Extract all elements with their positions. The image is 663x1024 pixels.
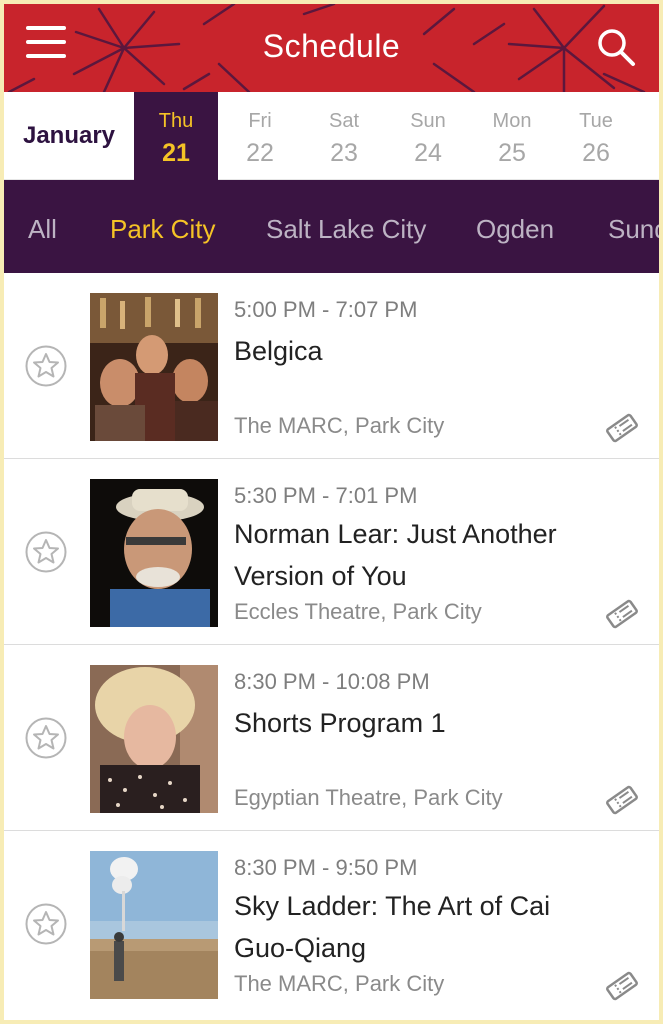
location-tab-park-city[interactable]: Park City	[110, 214, 215, 245]
event-row[interactable]: 5:00 PM - 7:07 PM Belgica The MARC, Park…	[4, 273, 659, 459]
event-thumbnail	[90, 851, 218, 999]
search-icon	[598, 29, 635, 66]
app-frame: Schedule January Thu 21 Fri 22 Sat 23 Su…	[4, 4, 659, 1020]
month-label: January	[22, 122, 116, 149]
day-tab-thu-21[interactable]: Thu 21	[134, 92, 218, 180]
event-time: 8:30 PM - 10:08 PM	[234, 669, 430, 694]
page-title: Schedule	[262, 28, 401, 64]
event-time: 5:30 PM - 7:01 PM	[234, 483, 418, 508]
star-outline-icon	[25, 903, 67, 945]
event-thumbnail	[90, 665, 218, 813]
favorite-button[interactable]	[25, 903, 67, 945]
event-row[interactable]: 5:30 PM - 7:01 PM Norman Lear: Just Anot…	[4, 459, 659, 645]
day-tab-mon-25[interactable]: Mon 25	[470, 92, 554, 180]
event-thumbnail	[90, 479, 218, 627]
location-tab-salt-lake-city[interactable]: Salt Lake City	[266, 214, 426, 245]
day-tab-sun-24[interactable]: Sun 24	[386, 92, 470, 180]
event-title[interactable]: Shorts Program 1	[234, 702, 584, 744]
location-tabs: All Park City Salt Lake City Ogden Sund	[4, 180, 659, 273]
favorite-button[interactable]	[25, 717, 67, 759]
event-venue: The MARC, Park City	[234, 971, 445, 996]
star-outline-icon	[25, 531, 67, 573]
favorite-button[interactable]	[25, 531, 67, 573]
day-tab-tue-26[interactable]: Tue 26	[554, 92, 638, 180]
event-time: 8:30 PM - 9:50 PM	[234, 855, 418, 880]
ticket-button[interactable]	[605, 969, 639, 1003]
event-title[interactable]: Belgica	[234, 330, 584, 372]
location-tab-ogden[interactable]: Ogden	[476, 214, 554, 245]
location-tab-all[interactable]: All	[28, 214, 57, 245]
ticket-button[interactable]	[605, 411, 639, 445]
ticket-icon	[606, 785, 638, 815]
event-row[interactable]: 8:30 PM - 9:50 PM Sky Ladder: The Art of…	[4, 831, 659, 1017]
ticket-icon	[606, 971, 638, 1001]
day-tab-fri-22[interactable]: Fri 22	[218, 92, 302, 180]
event-venue: The MARC, Park City	[234, 413, 445, 438]
star-outline-icon	[25, 345, 67, 387]
event-time: 5:00 PM - 7:07 PM	[234, 297, 418, 322]
favorite-button[interactable]	[25, 345, 67, 387]
event-venue: Egyptian Theatre, Park City	[234, 785, 503, 810]
event-venue: Eccles Theatre, Park City	[234, 599, 482, 624]
day-tab-sat-23[interactable]: Sat 23	[302, 92, 386, 180]
date-selector: January Thu 21 Fri 22 Sat 23 Sun 24 Mon …	[4, 92, 659, 180]
search-button[interactable]	[595, 26, 637, 68]
event-list: 5:00 PM - 7:07 PM Belgica The MARC, Park…	[4, 273, 659, 1017]
ticket-button[interactable]	[605, 783, 639, 817]
star-outline-icon	[25, 717, 67, 759]
ticket-icon	[606, 599, 638, 629]
ticket-button[interactable]	[605, 597, 639, 631]
event-title[interactable]: Sky Ladder: The Art of Cai Guo-Qiang	[234, 885, 584, 969]
ticket-icon	[606, 413, 638, 443]
event-row[interactable]: 8:30 PM - 10:08 PM Shorts Program 1 Egyp…	[4, 645, 659, 831]
event-thumbnail	[90, 293, 218, 441]
event-title[interactable]: Norman Lear: Just Another Version of You	[234, 513, 584, 597]
app-header: Schedule	[4, 4, 659, 92]
location-tab-sundance[interactable]: Sund	[608, 214, 659, 245]
